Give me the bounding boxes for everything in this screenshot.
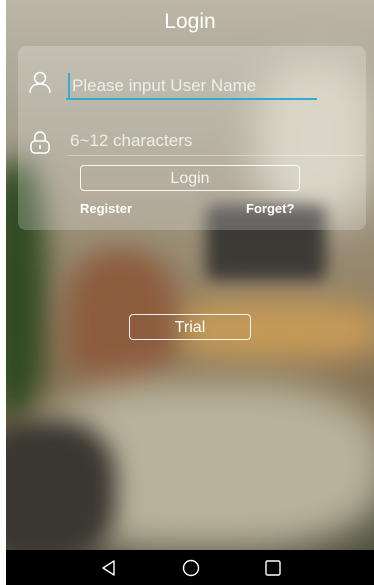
login-button[interactable]: Login: [80, 165, 300, 191]
page-title: Login: [164, 10, 216, 33]
register-link[interactable]: Register: [80, 201, 132, 216]
forget-password-link[interactable]: Forget?: [246, 201, 294, 216]
recent-square-icon[interactable]: [263, 558, 283, 578]
username-underline: [66, 98, 317, 100]
username-input[interactable]: [68, 73, 324, 99]
system-nav-bar: [6, 550, 374, 585]
password-divider: [68, 155, 364, 156]
user-icon: [29, 71, 51, 94]
app-screen: Login Login Register Forget? Trial: [6, 0, 374, 585]
lock-icon: [30, 131, 50, 154]
password-input[interactable]: [68, 128, 322, 154]
back-triangle-icon[interactable]: [99, 558, 119, 578]
trial-button[interactable]: Trial: [129, 314, 251, 340]
home-circle-icon[interactable]: [181, 558, 201, 578]
